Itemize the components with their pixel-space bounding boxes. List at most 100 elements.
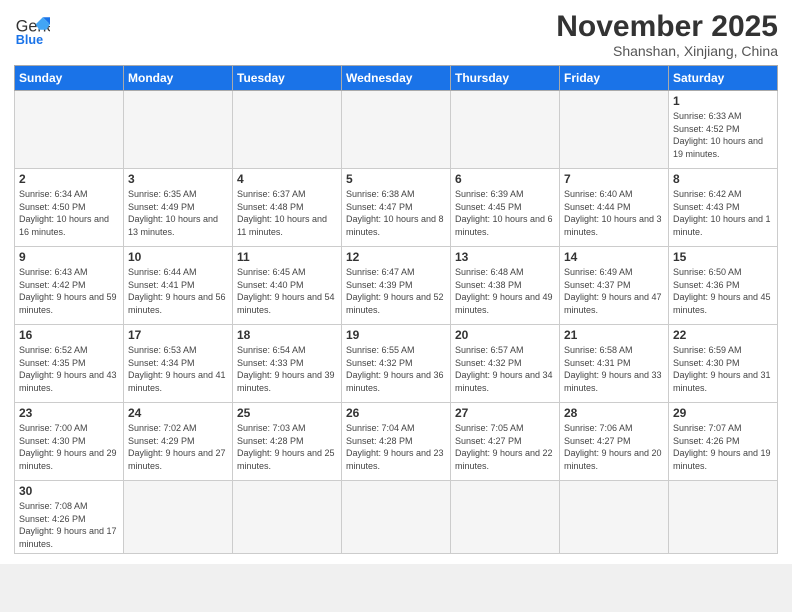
- calendar-row: 1 Sunrise: 6:33 AM Sunset: 4:52 PM Daylig…: [15, 91, 778, 169]
- day-info: Sunrise: 6:39 AM Sunset: 4:45 PM Dayligh…: [455, 188, 555, 238]
- day-number: 19: [346, 328, 446, 342]
- day-number: 8: [673, 172, 773, 186]
- calendar-cell: 20 Sunrise: 6:57 AM Sunset: 4:32 PM Dayli…: [451, 325, 560, 403]
- day-info: Sunrise: 7:05 AM Sunset: 4:27 PM Dayligh…: [455, 422, 555, 472]
- page: General Blue November 2025 Shanshan, Xin…: [0, 0, 792, 564]
- title-block: November 2025 Shanshan, Xinjiang, China: [556, 10, 778, 59]
- svg-text:Blue: Blue: [16, 33, 43, 46]
- calendar-cell: [342, 481, 451, 554]
- day-info: Sunrise: 7:08 AM Sunset: 4:26 PM Dayligh…: [19, 500, 119, 550]
- day-info: Sunrise: 6:34 AM Sunset: 4:50 PM Dayligh…: [19, 188, 119, 238]
- day-info: Sunrise: 7:07 AM Sunset: 4:26 PM Dayligh…: [673, 422, 773, 472]
- calendar-cell: 14Sunrise: 6:49 AM Sunset: 4:37 PM Dayli…: [560, 247, 669, 325]
- day-info: Sunrise: 6:37 AM Sunset: 4:48 PM Dayligh…: [237, 188, 337, 238]
- calendar-cell: 17Sunrise: 6:53 AM Sunset: 4:34 PM Dayli…: [124, 325, 233, 403]
- calendar-cell: 24 Sunrise: 7:02 AM Sunset: 4:29 PM Dayli…: [124, 403, 233, 481]
- day-info: Sunrise: 6:47 AM Sunset: 4:39 PM Dayligh…: [346, 266, 446, 316]
- calendar-cell: [342, 91, 451, 169]
- calendar-cell: [124, 481, 233, 554]
- day-info: Sunrise: 6:44 AM Sunset: 4:41 PM Dayligh…: [128, 266, 228, 316]
- day-number: 18: [237, 328, 337, 342]
- day-number: 5: [346, 172, 446, 186]
- calendar-cell: 22 Sunrise: 6:59 AM Sunset: 4:30 PM Dayli…: [669, 325, 778, 403]
- day-number: 15: [673, 250, 773, 264]
- day-number: 29: [673, 406, 773, 420]
- calendar-cell: 3 Sunrise: 6:35 AM Sunset: 4:49 PM Daylig…: [124, 169, 233, 247]
- day-number: 11: [237, 250, 337, 264]
- calendar-cell: 23 Sunrise: 7:00 AM Sunset: 4:30 PM Dayli…: [15, 403, 124, 481]
- day-number: 13: [455, 250, 555, 264]
- calendar-cell: [233, 481, 342, 554]
- calendar-cell: 9 Sunrise: 6:43 AM Sunset: 4:42 PM Daylig…: [15, 247, 124, 325]
- day-number: 3: [128, 172, 228, 186]
- day-info: Sunrise: 7:00 AM Sunset: 4:30 PM Dayligh…: [19, 422, 119, 472]
- day-info: Sunrise: 6:52 AM Sunset: 4:35 PM Dayligh…: [19, 344, 119, 394]
- day-info: Sunrise: 6:58 AM Sunset: 4:31 PM Dayligh…: [564, 344, 664, 394]
- day-number: 22: [673, 328, 773, 342]
- calendar-cell: 4 Sunrise: 6:37 AM Sunset: 4:48 PM Daylig…: [233, 169, 342, 247]
- day-number: 10: [128, 250, 228, 264]
- calendar-row: 23 Sunrise: 7:00 AM Sunset: 4:30 PM Dayli…: [15, 403, 778, 481]
- day-number: 2: [19, 172, 119, 186]
- calendar-cell: 10 Sunrise: 6:44 AM Sunset: 4:41 PM Dayli…: [124, 247, 233, 325]
- day-info: Sunrise: 6:40 AM Sunset: 4:44 PM Dayligh…: [564, 188, 664, 238]
- header-row: Sunday Monday Tuesday Wednesday Thursday…: [15, 66, 778, 91]
- day-number: 9: [19, 250, 119, 264]
- calendar-row: 16 Sunrise: 6:52 AM Sunset: 4:35 PM Dayli…: [15, 325, 778, 403]
- calendar-cell: [669, 481, 778, 554]
- calendar-cell: 7 Sunrise: 6:40 AM Sunset: 4:44 PM Daylig…: [560, 169, 669, 247]
- calendar-cell: 16 Sunrise: 6:52 AM Sunset: 4:35 PM Dayli…: [15, 325, 124, 403]
- day-number: 25: [237, 406, 337, 420]
- col-monday: Monday: [124, 66, 233, 91]
- calendar-cell: [124, 91, 233, 169]
- day-info: Sunrise: 6:33 AM Sunset: 4:52 PM Dayligh…: [673, 110, 773, 160]
- day-info: Sunrise: 6:57 AM Sunset: 4:32 PM Dayligh…: [455, 344, 555, 394]
- day-info: Sunrise: 6:48 AM Sunset: 4:38 PM Dayligh…: [455, 266, 555, 316]
- day-number: 1: [673, 94, 773, 108]
- calendar-cell: 2 Sunrise: 6:34 AM Sunset: 4:50 PM Daylig…: [15, 169, 124, 247]
- day-info: Sunrise: 6:35 AM Sunset: 4:49 PM Dayligh…: [128, 188, 228, 238]
- calendar-cell: 28 Sunrise: 7:06 AM Sunset: 4:27 PM Dayli…: [560, 403, 669, 481]
- day-info: Sunrise: 6:50 AM Sunset: 4:36 PM Dayligh…: [673, 266, 773, 316]
- day-number: 23: [19, 406, 119, 420]
- calendar-cell: 1 Sunrise: 6:33 AM Sunset: 4:52 PM Daylig…: [669, 91, 778, 169]
- day-info: Sunrise: 6:49 AM Sunset: 4:37 PM Dayligh…: [564, 266, 664, 316]
- day-info: Sunrise: 6:59 AM Sunset: 4:30 PM Dayligh…: [673, 344, 773, 394]
- day-info: Sunrise: 6:53 AM Sunset: 4:34 PM Dayligh…: [128, 344, 228, 394]
- day-number: 4: [237, 172, 337, 186]
- day-number: 30: [19, 484, 119, 498]
- calendar-cell: [233, 91, 342, 169]
- day-info: Sunrise: 7:06 AM Sunset: 4:27 PM Dayligh…: [564, 422, 664, 472]
- day-info: Sunrise: 7:02 AM Sunset: 4:29 PM Dayligh…: [128, 422, 228, 472]
- calendar-cell: [451, 91, 560, 169]
- day-info: Sunrise: 6:38 AM Sunset: 4:47 PM Dayligh…: [346, 188, 446, 238]
- calendar-body: 1 Sunrise: 6:33 AM Sunset: 4:52 PM Daylig…: [15, 91, 778, 554]
- calendar-cell: [560, 91, 669, 169]
- day-number: 16: [19, 328, 119, 342]
- col-wednesday: Wednesday: [342, 66, 451, 91]
- day-number: 20: [455, 328, 555, 342]
- col-saturday: Saturday: [669, 66, 778, 91]
- col-friday: Friday: [560, 66, 669, 91]
- calendar-cell: 27Sunrise: 7:05 AM Sunset: 4:27 PM Dayli…: [451, 403, 560, 481]
- day-info: Sunrise: 6:42 AM Sunset: 4:43 PM Dayligh…: [673, 188, 773, 238]
- calendar-cell: 29 Sunrise: 7:07 AM Sunset: 4:26 PM Dayli…: [669, 403, 778, 481]
- day-info: Sunrise: 6:43 AM Sunset: 4:42 PM Dayligh…: [19, 266, 119, 316]
- calendar-cell: [15, 91, 124, 169]
- logo-icon: General Blue: [14, 10, 50, 46]
- day-info: Sunrise: 6:54 AM Sunset: 4:33 PM Dayligh…: [237, 344, 337, 394]
- subtitle: Shanshan, Xinjiang, China: [556, 43, 778, 59]
- month-title: November 2025: [556, 10, 778, 43]
- day-number: 28: [564, 406, 664, 420]
- calendar-cell: 5 Sunrise: 6:38 AM Sunset: 4:47 PM Daylig…: [342, 169, 451, 247]
- calendar-cell: 30 Sunrise: 7:08 AM Sunset: 4:26 PM Dayli…: [15, 481, 124, 554]
- day-number: 24: [128, 406, 228, 420]
- day-number: 7: [564, 172, 664, 186]
- calendar-cell: 6Sunrise: 6:39 AM Sunset: 4:45 PM Daylig…: [451, 169, 560, 247]
- calendar-cell: 11 Sunrise: 6:45 AM Sunset: 4:40 PM Dayli…: [233, 247, 342, 325]
- day-info: Sunrise: 6:45 AM Sunset: 4:40 PM Dayligh…: [237, 266, 337, 316]
- day-info: Sunrise: 7:04 AM Sunset: 4:28 PM Dayligh…: [346, 422, 446, 472]
- logo: General Blue: [14, 10, 50, 46]
- calendar-cell: 18 Sunrise: 6:54 AM Sunset: 4:33 PM Dayli…: [233, 325, 342, 403]
- col-tuesday: Tuesday: [233, 66, 342, 91]
